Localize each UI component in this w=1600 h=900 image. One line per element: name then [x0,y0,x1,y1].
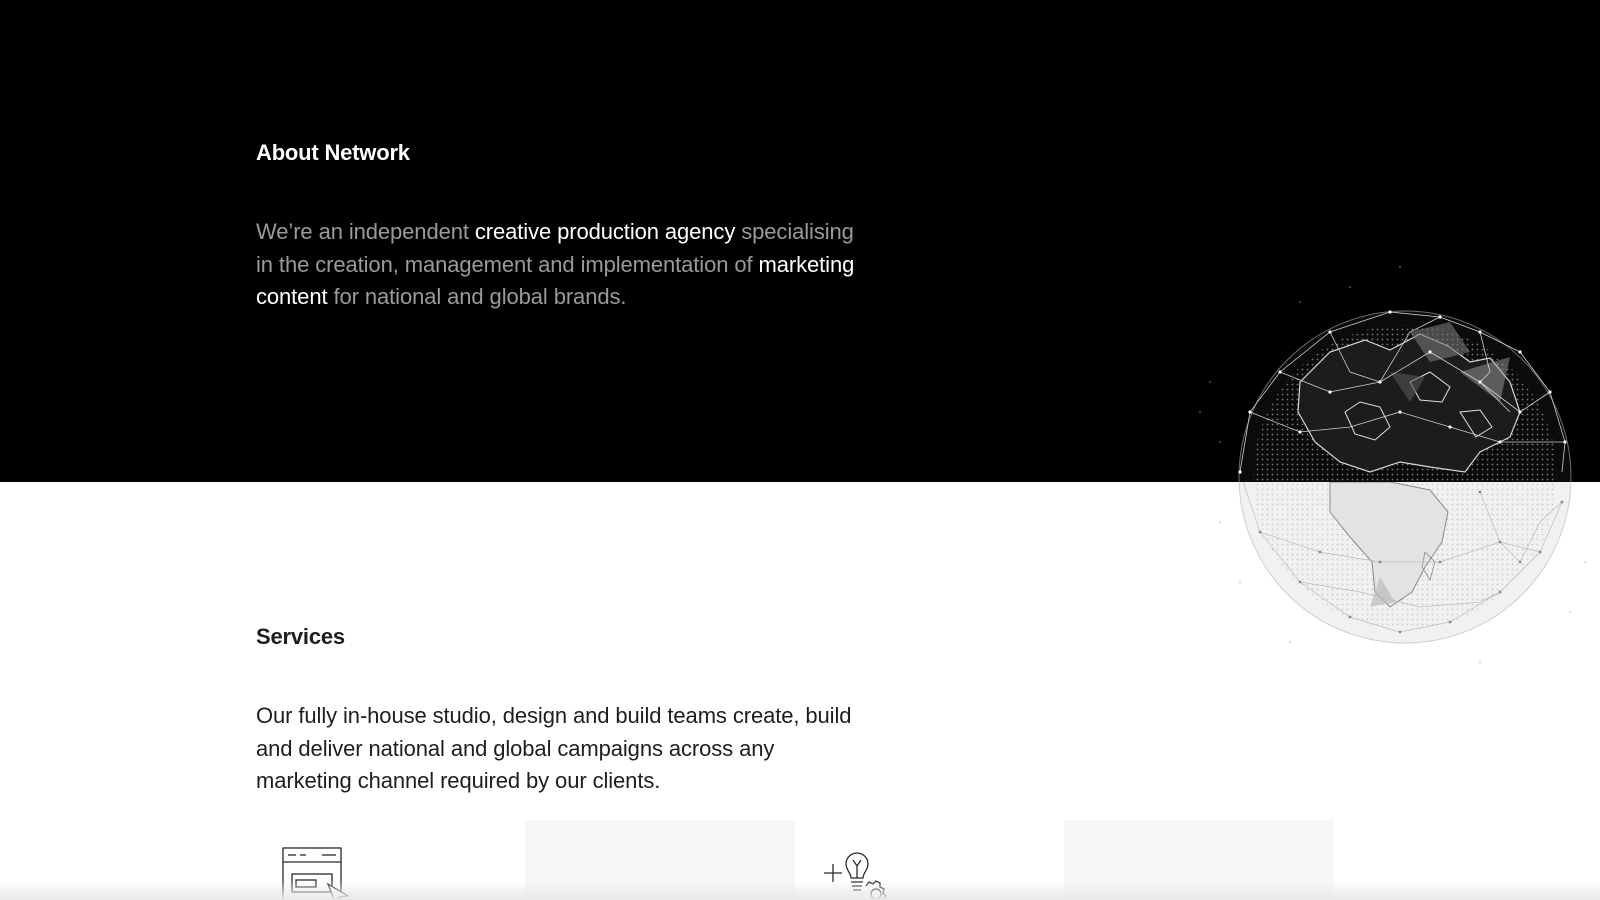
about-text-segment: for national and global brands. [327,284,627,309]
about-text-segment: We’re an independent [256,219,475,244]
bottom-shadow [0,880,1600,900]
services-description: Our fully in-house studio, design and bu… [256,703,852,793]
about-description: We’re an independent creative production… [256,216,866,314]
globe-network-icon [1199,266,1586,663]
services-heading: Services [256,624,345,649]
about-highlight-segment: creative production agency [474,219,736,244]
about-heading: About Network [256,140,410,165]
page: About Network We’re an independent creat… [0,0,1600,900]
